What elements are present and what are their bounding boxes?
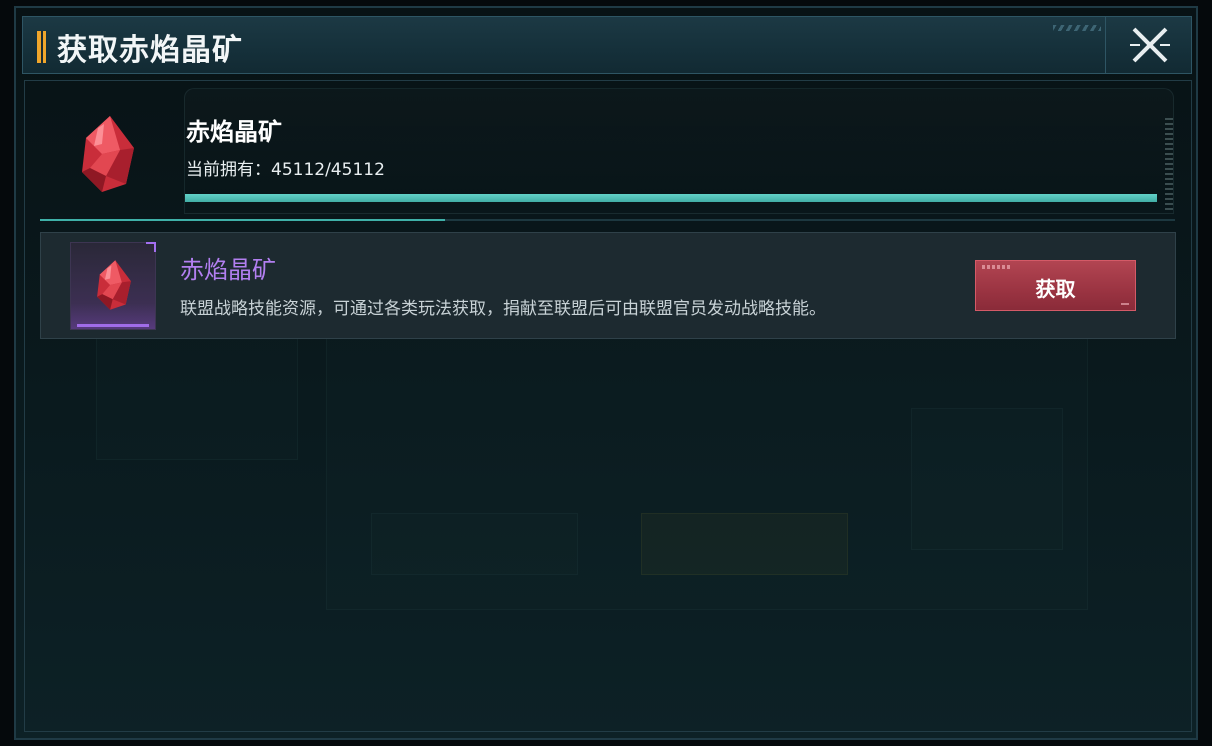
source-description: 联盟战略技能资源，可通过各类玩法获取，捐献至联盟后可由联盟官员发动战略技能。 bbox=[180, 299, 826, 319]
owned-progress-bar bbox=[185, 194, 1157, 202]
decorative-stripes bbox=[1053, 25, 1101, 31]
dialog-title: 获取赤焰晶矿 bbox=[57, 33, 243, 68]
button-decor-tick bbox=[1121, 303, 1129, 305]
section-divider-highlight bbox=[40, 219, 445, 221]
close-button[interactable] bbox=[1105, 17, 1191, 73]
owned-label: 当前拥有： bbox=[186, 160, 271, 180]
title-accent-mark bbox=[37, 31, 46, 63]
source-item-icon-frame bbox=[70, 242, 156, 330]
button-decor-dots bbox=[982, 265, 1010, 269]
close-x-icon bbox=[1130, 27, 1170, 63]
get-button[interactable]: 获取 bbox=[975, 260, 1136, 311]
title-bar: 获取赤焰晶矿 bbox=[22, 16, 1192, 74]
rarity-glow-bar bbox=[77, 324, 149, 327]
decorative-code-strip bbox=[1165, 118, 1173, 210]
red-crystal-icon bbox=[97, 260, 131, 310]
owned-progress-fill bbox=[185, 194, 1157, 202]
owned-value: 45112/45112 bbox=[271, 160, 385, 180]
source-title: 赤焰晶矿 bbox=[180, 256, 276, 284]
rarity-corner-mark bbox=[146, 242, 156, 252]
owned-count-row: 当前拥有：45112/45112 bbox=[186, 155, 385, 180]
get-button-label: 获取 bbox=[1035, 277, 1076, 301]
item-name: 赤焰晶矿 bbox=[186, 117, 282, 146]
red-crystal-icon bbox=[76, 114, 140, 198]
